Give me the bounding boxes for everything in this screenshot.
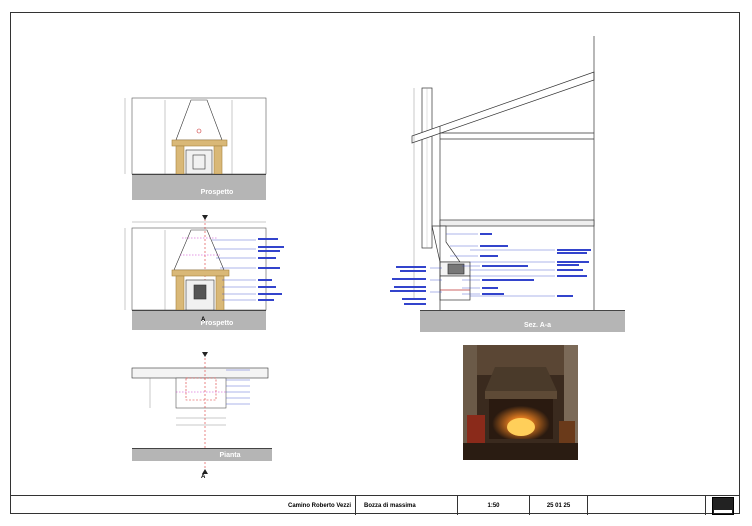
section-view xyxy=(390,36,595,319)
view-label-prospetto-mid: Prospetto xyxy=(132,310,266,330)
section-letter-mid: A xyxy=(201,317,206,323)
blank-field xyxy=(588,496,706,515)
fireplace-reference-photo xyxy=(463,345,578,460)
section-letter-plan: A xyxy=(201,474,206,480)
view-label-sezione: Sez. A-a xyxy=(420,310,625,332)
studio-logo-icon xyxy=(712,496,734,515)
view-title: Prospetto xyxy=(200,189,234,196)
view-title: Prospetto xyxy=(200,320,234,327)
view-title: Sez. A-a xyxy=(524,322,551,329)
title-block: Camino Roberto Vezzi Bozza di massima 1:… xyxy=(10,495,740,515)
view-label-prospetto-top: Prospetto xyxy=(132,174,266,200)
technical-drawing xyxy=(124,36,595,474)
elevation-top xyxy=(124,97,267,175)
elevation-mid xyxy=(124,215,284,311)
view-label-pianta: Pianta xyxy=(132,448,272,461)
date-label: 25 01 25 xyxy=(530,496,588,515)
scale-label: 1:50 xyxy=(458,496,530,515)
logo-cell xyxy=(706,496,740,515)
phase-label: Bozza di massima xyxy=(356,496,458,515)
view-title: Pianta xyxy=(219,451,241,459)
project-name: Camino Roberto Vezzi xyxy=(10,496,356,515)
